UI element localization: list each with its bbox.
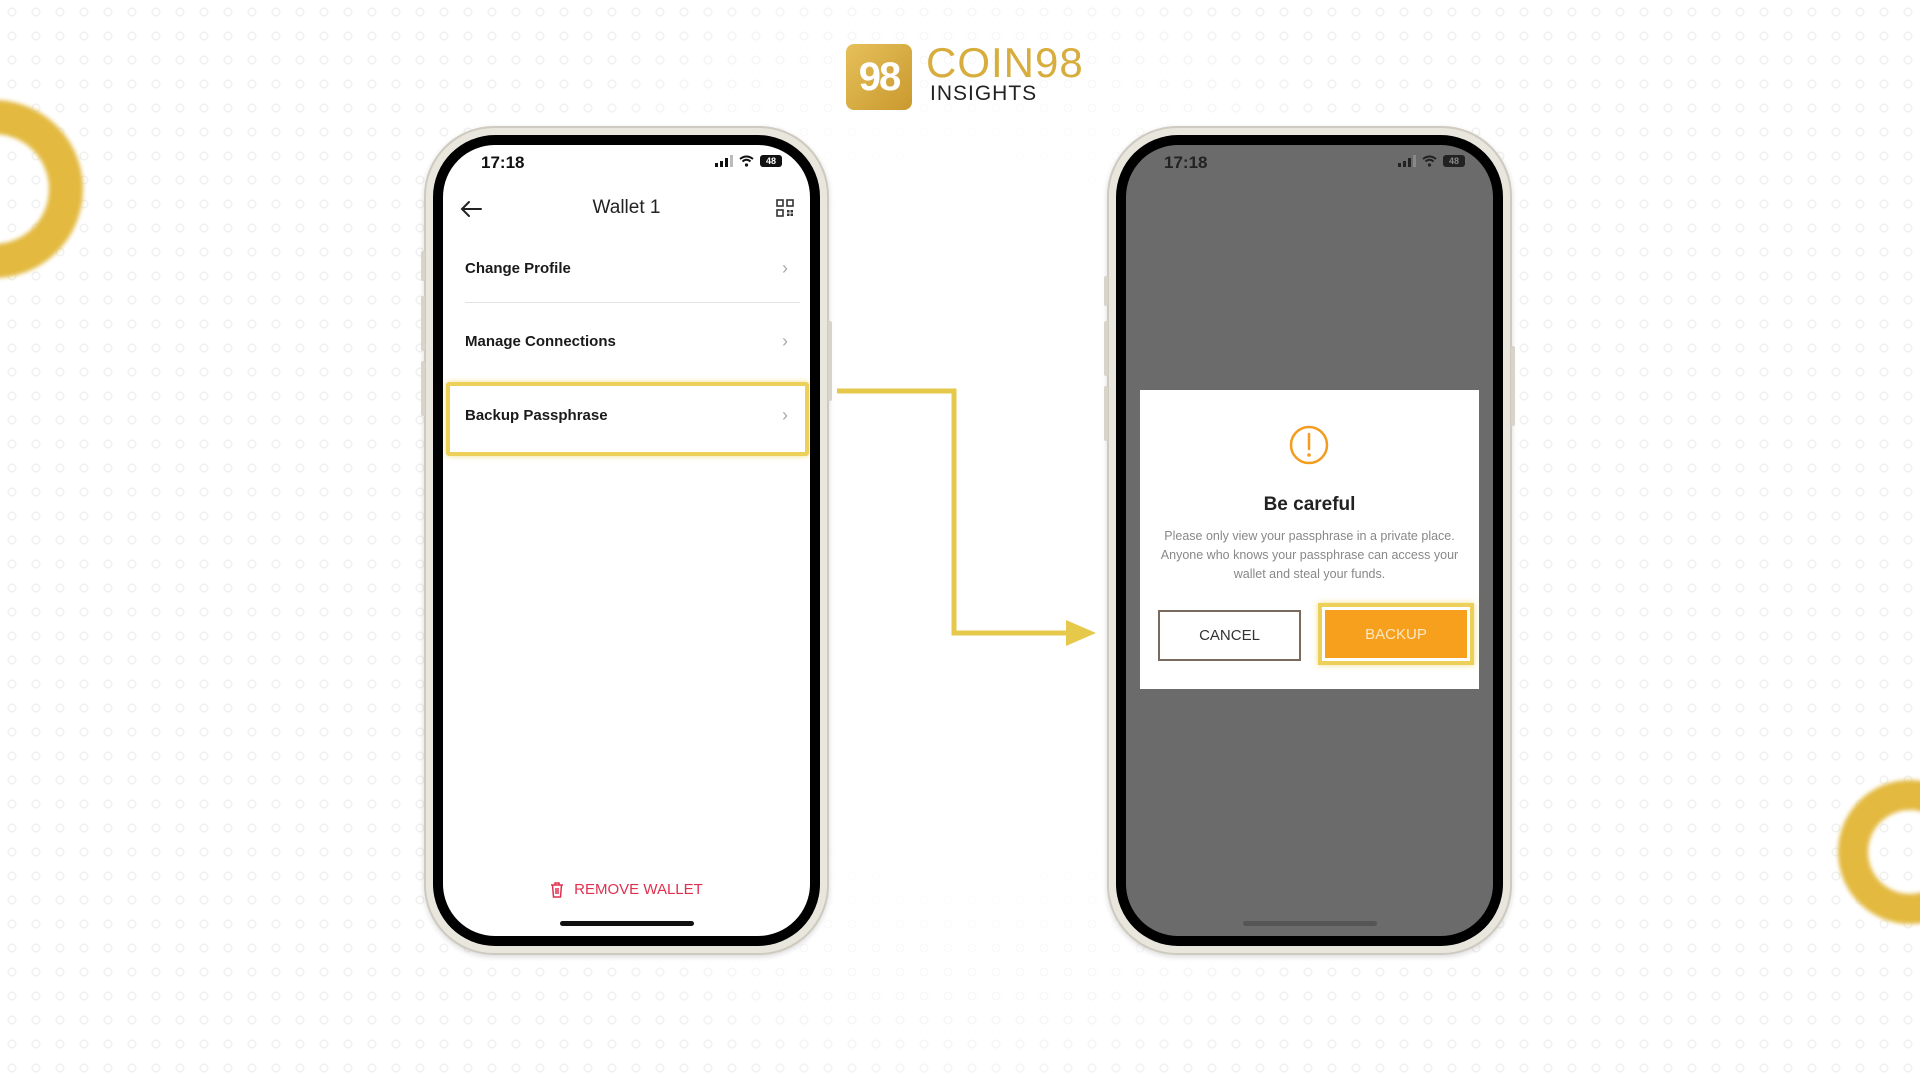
- chevron-right-icon: ›: [782, 257, 788, 278]
- dialog-message: Please only view your passphrase in a pr…: [1160, 529, 1459, 581]
- dialog-title: Be careful: [1263, 494, 1356, 515]
- phone-side-button: [421, 296, 425, 351]
- phone-side-button: [421, 251, 425, 281]
- phone-side-button: [1104, 321, 1108, 376]
- status-time: 17:18: [481, 153, 525, 172]
- status-time: 17:18: [1164, 153, 1208, 172]
- menu-item-change-profile[interactable]: Change Profile ›: [453, 236, 800, 300]
- home-indicator: [1242, 921, 1377, 926]
- nav-bar: Wallet 1: [443, 187, 810, 231]
- battery-icon: 48: [1443, 155, 1465, 167]
- wifi-icon: [1422, 155, 1437, 167]
- backup-button[interactable]: BACKUP: [1325, 610, 1467, 658]
- background-fade: [0, 0, 1920, 1081]
- chevron-right-icon: ›: [782, 330, 788, 351]
- phone-wallet-settings: 17:18 48 Wallet 1 Change Profile › Manag…: [421, 126, 832, 955]
- warning-dialog: Be careful Please only view your passphr…: [1140, 390, 1479, 689]
- phone-side-button: [421, 361, 425, 416]
- page-title: Wallet 1: [592, 197, 661, 218]
- menu-item-manage-connections[interactable]: Manage Connections ›: [453, 309, 800, 373]
- cancel-button[interactable]: CANCEL: [1158, 610, 1301, 661]
- phone-side-button: [1104, 386, 1108, 441]
- coin98-logo-icon: 98: [846, 44, 912, 110]
- divider: [465, 302, 800, 303]
- qr-code-icon[interactable]: [776, 199, 794, 217]
- home-indicator: [559, 921, 694, 926]
- status-bar: 17:18 48: [443, 145, 810, 185]
- remove-wallet-label: REMOVE WALLET: [574, 881, 703, 898]
- menu-item-label: Manage Connections: [465, 332, 616, 350]
- menu-item-label: Change Profile: [465, 259, 571, 277]
- signal-icon: [1398, 155, 1416, 167]
- signal-icon: [715, 155, 733, 167]
- remove-wallet-button[interactable]: REMOVE WALLET: [443, 881, 810, 898]
- phone-side-button: [828, 321, 832, 401]
- phone-side-button: [1511, 346, 1515, 426]
- warning-circle-icon: [1289, 425, 1329, 465]
- highlight-box: [446, 382, 809, 456]
- status-bar: 17:18 48: [1126, 145, 1493, 185]
- phone-screen: 17:18 48 Wallet 1 Change Profile › Manag…: [443, 145, 810, 936]
- backup-button-highlight: BACKUP: [1318, 603, 1474, 665]
- logo-title: COIN98: [926, 39, 1084, 86]
- wifi-icon: [739, 155, 754, 167]
- trash-icon: [551, 881, 564, 898]
- battery-icon: 48: [760, 155, 782, 167]
- logo-subtitle: INSIGHTS: [930, 82, 1038, 105]
- phone-side-button: [1104, 276, 1108, 306]
